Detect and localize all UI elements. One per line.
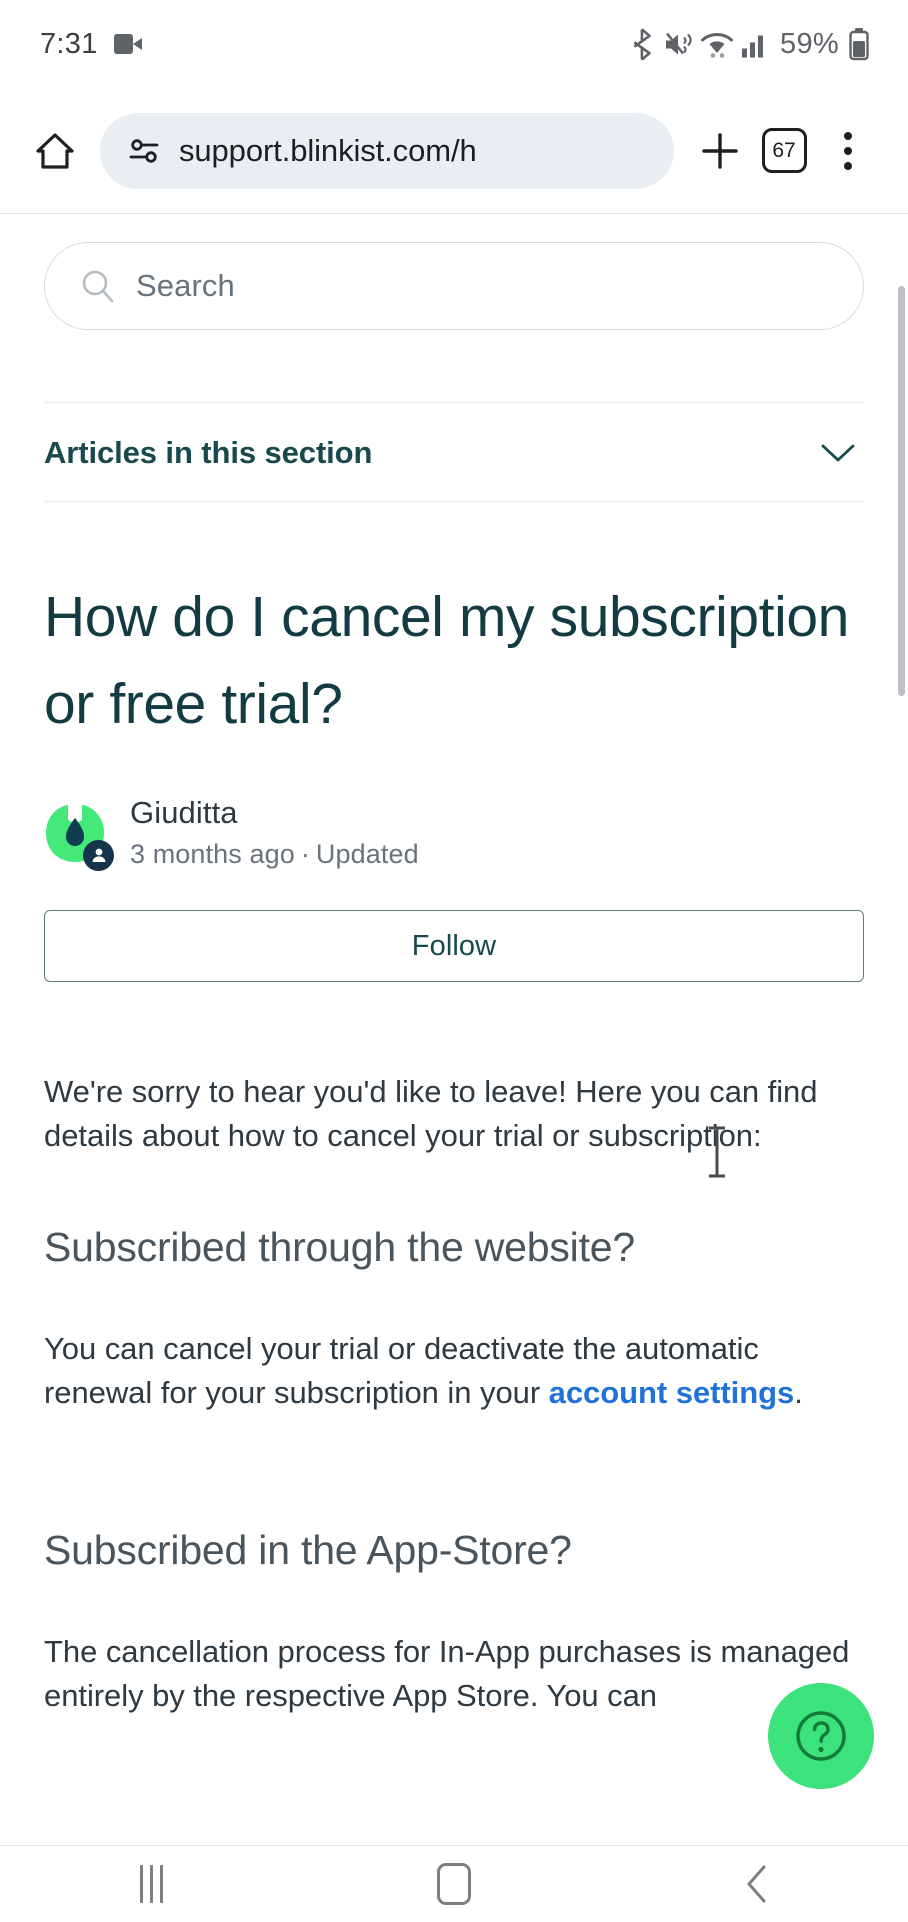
text-cursor — [703, 1124, 731, 1180]
home-square-icon[interactable] — [374, 1846, 534, 1922]
video-camera-icon — [113, 34, 142, 54]
tab-switcher-button[interactable]: 67 — [752, 119, 816, 183]
mute-vibrate-icon — [663, 28, 693, 61]
status-bar-right: 59% — [630, 0, 870, 88]
page-content: Search Articles in this section How do I… — [0, 214, 908, 1718]
time-ago: 3 months ago — [130, 839, 295, 870]
follow-button[interactable]: Follow — [44, 910, 864, 983]
home-square — [436, 1863, 471, 1905]
person-icon — [83, 839, 114, 871]
search-input[interactable]: Search — [44, 242, 864, 330]
tune-icon[interactable] — [126, 133, 162, 169]
article-body: We're sorry to hear you'd like to leave!… — [44, 1070, 864, 1718]
recents-icon[interactable] — [71, 1846, 231, 1922]
tab-count-label: 67 — [761, 128, 807, 173]
account-settings-link[interactable]: account settings — [549, 1375, 795, 1410]
intro-paragraph: We're sorry to hear you'd like to leave!… — [44, 1074, 818, 1154]
chevron-down-icon[interactable] — [818, 441, 864, 465]
status-bar: 7:31 59% — [0, 0, 908, 88]
recents-bars — [139, 1865, 163, 1903]
page-scrollbar[interactable] — [898, 286, 905, 696]
bluetooth-icon — [630, 27, 656, 61]
heading-subscribed-website: Subscribed through the website? — [44, 1224, 635, 1271]
website-text-after: . — [794, 1375, 803, 1411]
address-bar[interactable]: support.blinkist.com/h — [100, 112, 674, 189]
browser-toolbar: support.blinkist.com/h 67 — [0, 88, 908, 213]
page-title: How do I cancel my subscription or free … — [44, 585, 849, 736]
articles-in-section-toggle[interactable]: Articles in this section — [44, 403, 864, 502]
kebab-dots — [844, 131, 852, 170]
help-fab-button[interactable] — [768, 1683, 874, 1789]
search-field-wrapper: Search — [44, 214, 864, 330]
author-name: Giuditta — [130, 795, 238, 831]
article-author: Giuditta 3 months ago · Updated — [44, 795, 864, 871]
articles-in-section-label: Articles in this section — [44, 435, 373, 470]
cellular-signal-icon — [741, 28, 769, 61]
search-placeholder: Search — [136, 268, 235, 303]
status-bar-clock: 7:31 — [40, 27, 98, 60]
meta-separator: · — [300, 839, 310, 870]
website-paragraph: You can cancel your trial or deactivate … — [44, 1327, 864, 1415]
updated-label: Updated — [315, 839, 419, 870]
appstore-paragraph: The cancellation process for In-App purc… — [44, 1634, 850, 1714]
home-icon[interactable] — [24, 120, 86, 182]
status-bar-left: 7:31 — [40, 28, 142, 61]
new-tab-button[interactable] — [688, 119, 752, 183]
search-icon — [79, 267, 117, 305]
battery-icon — [848, 27, 870, 61]
avatar — [44, 802, 114, 871]
url-text: support.blinkist.com/h — [179, 132, 477, 168]
wifi-icon — [700, 28, 734, 61]
author-meta: Giuditta 3 months ago · Updated — [130, 795, 419, 870]
android-nav-bar — [0, 1845, 908, 1922]
back-chevron-icon[interactable] — [677, 1846, 837, 1922]
more-vertical-icon[interactable] — [816, 119, 880, 183]
heading-subscribed-appstore: Subscribed in the App-Store? — [44, 1527, 572, 1574]
article-timestamp: 3 months ago · Updated — [130, 839, 419, 870]
question-mark-circle-icon — [796, 1711, 846, 1761]
battery-percent-label: 59% — [780, 27, 839, 60]
webpage-viewport: Search Articles in this section How do I… — [0, 213, 908, 1845]
